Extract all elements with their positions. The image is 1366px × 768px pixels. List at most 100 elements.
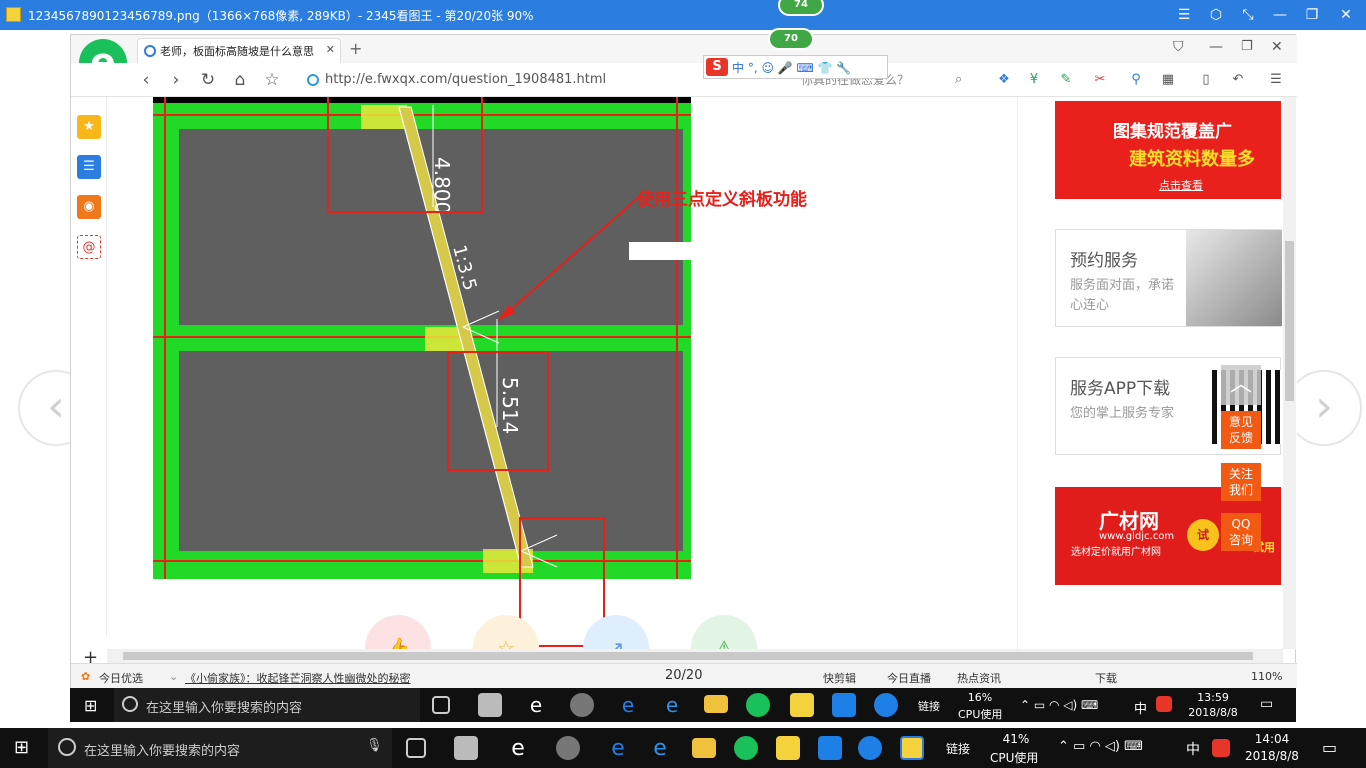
news-icon[interactable]: ☰: [77, 155, 101, 179]
microphone-icon[interactable]: 🎙: [366, 738, 383, 753]
browser-minimize-button[interactable]: —: [1209, 39, 1223, 55]
status-item-kuaijianji[interactable]: 快剪辑: [823, 670, 856, 686]
app-icon[interactable]: [570, 693, 594, 717]
next-image-button[interactable]: ›: [1286, 370, 1362, 446]
app-icon[interactable]: [556, 736, 580, 760]
news-ticker[interactable]: 《小偷家族》：收起锋芒洞察人性幽微处的秘密: [185, 670, 411, 686]
status-item-hot-news[interactable]: 热点资讯: [957, 670, 1001, 686]
apps-icon[interactable]: ▦: [1159, 71, 1177, 89]
taskbar-search-placeholder: 在这里输入你要搜索的内容: [146, 701, 303, 716]
ie-icon[interactable]: e: [648, 736, 672, 761]
screenshot-icon[interactable]: ✂: [1091, 71, 1109, 89]
report-button[interactable]: ⚠: [691, 615, 757, 649]
restore-button[interactable]: ❐: [1300, 5, 1324, 25]
notification-icon[interactable]: ▭: [1260, 696, 1273, 712]
menu-icon[interactable]: ☰: [1172, 5, 1196, 25]
browser-360-icon[interactable]: [734, 736, 758, 760]
mail-icon[interactable]: @: [77, 235, 101, 259]
notes-icon[interactable]: [790, 693, 814, 717]
edge-blue-icon[interactable]: e: [616, 693, 640, 717]
like-button[interactable]: 👍: [365, 615, 431, 649]
fullscreen-icon[interactable]: ⤡: [1236, 5, 1260, 25]
ime-indicator[interactable]: 中: [1186, 739, 1200, 759]
tray-icons[interactable]: ⌃ ▭ ◠ ◁) ⌨: [1058, 739, 1143, 754]
tshirt-icon[interactable]: ⛉: [1173, 39, 1184, 55]
ime-indicator[interactable]: 中: [1134, 698, 1147, 717]
translate-icon[interactable]: ✎: [1057, 71, 1075, 89]
search-icon[interactable]: ⌕: [955, 72, 962, 87]
mobile-icon[interactable]: ▯: [1197, 71, 1215, 89]
start-icon[interactable]: ⊞: [84, 696, 97, 715]
back-button[interactable]: ‹: [135, 69, 157, 91]
status-item-live[interactable]: 今日直播: [887, 670, 931, 686]
qq-consult-button[interactable]: QQ 咨询: [1221, 513, 1261, 551]
clock-date[interactable]: 2018/8/8: [1188, 706, 1238, 719]
find-icon[interactable]: ⚲: [1127, 71, 1145, 89]
notes-icon[interactable]: [776, 736, 800, 760]
image-viewer-icon[interactable]: [900, 736, 924, 760]
browser-360-icon[interactable]: [746, 693, 770, 717]
g-app-icon[interactable]: [858, 736, 882, 760]
forward-button[interactable]: ›: [165, 69, 187, 91]
taskbar-search[interactable]: 在这里输入你要搜索的内容 🎙: [48, 728, 392, 768]
fan-app-icon[interactable]: [478, 693, 502, 717]
zoom-level[interactable]: 110%: [1251, 670, 1282, 683]
fan-app-icon[interactable]: [454, 736, 478, 760]
link-label[interactable]: 链接: [946, 740, 970, 757]
ime-status[interactable]: 中 °, ☺ 🎤 ⌨ 👕 🔧: [732, 59, 851, 76]
edge-blue-icon[interactable]: e: [606, 736, 630, 761]
cross-app-icon[interactable]: [832, 693, 856, 717]
task-view-icon[interactable]: [432, 696, 450, 714]
ad-appointment-service[interactable]: 预约服务 服务面对面，承诺心连心: [1055, 229, 1282, 327]
g-app-icon[interactable]: [874, 693, 898, 717]
new-tab-button[interactable]: +: [349, 39, 362, 58]
back-to-top-button[interactable]: ︿: [1221, 365, 1261, 405]
main-menu-icon[interactable]: ☰: [1267, 71, 1285, 89]
folder-icon[interactable]: [704, 695, 728, 713]
close-button[interactable]: ✕: [1334, 5, 1358, 25]
folder-icon[interactable]: [692, 738, 716, 758]
ad4-tagline: 选材定价就用广材网: [1071, 547, 1161, 558]
feedback-button[interactable]: 意见 反馈: [1221, 411, 1261, 449]
clock-time[interactable]: 13:59: [1188, 691, 1238, 704]
undo-icon[interactable]: ↶: [1229, 71, 1247, 89]
ie-icon[interactable]: e: [660, 693, 684, 717]
clock-date[interactable]: 2018/8/8: [1244, 749, 1300, 763]
favorite-star-icon[interactable]: ☆: [261, 69, 283, 91]
favorites-star-icon[interactable]: ★: [77, 115, 101, 139]
money-icon[interactable]: ¥: [1025, 71, 1043, 89]
link-label[interactable]: 链接: [918, 698, 940, 714]
edge-icon[interactable]: e: [506, 736, 530, 761]
minimize-button[interactable]: —: [1268, 5, 1292, 25]
browser-restore-button[interactable]: ❐: [1241, 39, 1253, 54]
cpu-label: CPU使用: [958, 708, 1003, 721]
sogou-tray-icon[interactable]: [1212, 739, 1230, 757]
skin-icon[interactable]: ⬡: [1204, 5, 1228, 25]
start-icon[interactable]: ⊞: [14, 737, 29, 758]
browser-tab[interactable]: 老师，板面标高随坡是什么意思 ✕: [137, 38, 341, 63]
sogou-tray-icon[interactable]: [1156, 696, 1172, 712]
h-scroll-thumb[interactable]: [123, 652, 1253, 660]
ad1-link[interactable]: 点击查看: [1159, 177, 1203, 193]
scroll-thumb[interactable]: [1285, 241, 1294, 401]
cross-app-icon[interactable]: [818, 736, 842, 760]
vertical-scrollbar[interactable]: [1283, 97, 1296, 649]
notification-icon[interactable]: ▭: [1322, 738, 1337, 757]
extension-icon[interactable]: ❖: [995, 71, 1013, 89]
today-picks[interactable]: 今日优选: [99, 670, 143, 686]
tray-icons[interactable]: ⌃ ▭ ◠ ◁) ⌨: [1020, 698, 1098, 712]
ad-banner-standards[interactable]: 图集规范覆盖广 建筑资料数量多 点击查看: [1055, 101, 1281, 199]
follow-us-button[interactable]: 关注 我们: [1221, 463, 1261, 501]
status-item-download[interactable]: 下载: [1095, 670, 1117, 686]
home-button[interactable]: ⌂: [229, 69, 251, 91]
horizontal-scrollbar[interactable]: [107, 649, 1283, 663]
task-view-icon[interactable]: [406, 738, 426, 758]
edge-icon[interactable]: e: [524, 693, 548, 717]
weibo-icon[interactable]: ◉: [77, 195, 101, 219]
refresh-button[interactable]: ↻: [197, 69, 219, 91]
taskbar-search[interactable]: 在这里输入你要搜索的内容: [114, 688, 420, 722]
url-field[interactable]: http://e.fwxqx.com/question_1908481.html: [325, 72, 606, 87]
clock-time[interactable]: 14:04: [1244, 732, 1300, 746]
browser-close-button[interactable]: ✕: [1271, 39, 1283, 55]
close-tab-icon[interactable]: ✕: [326, 43, 335, 56]
